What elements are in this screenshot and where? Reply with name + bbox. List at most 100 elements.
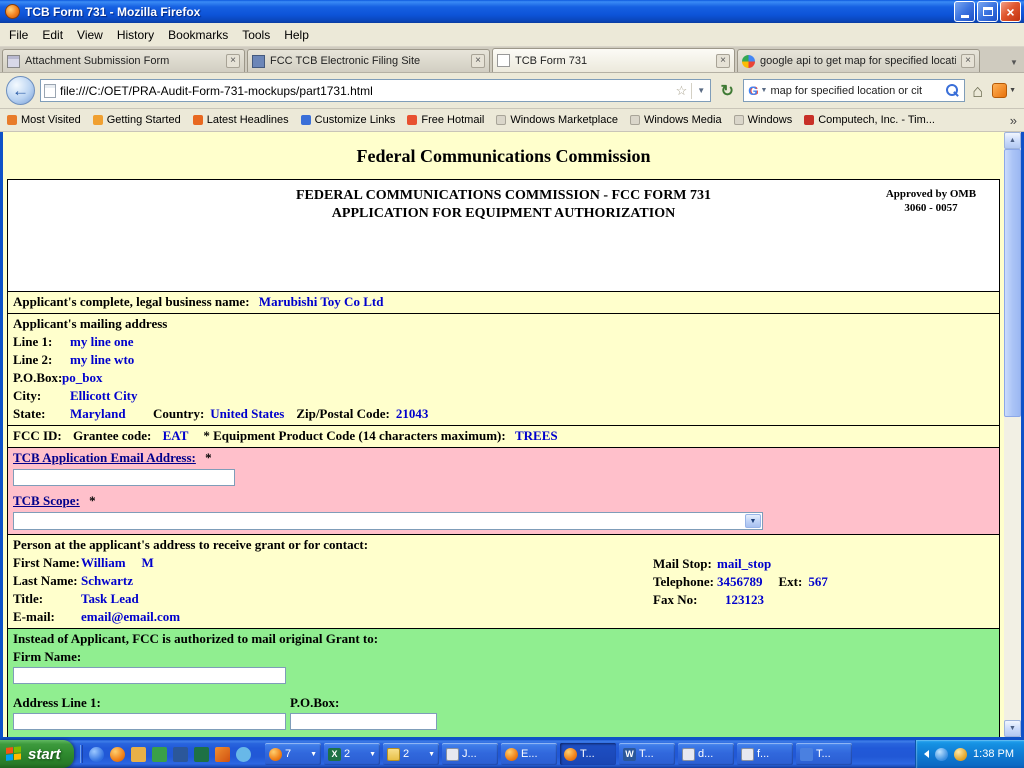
- tray-volume-icon[interactable]: [954, 748, 967, 761]
- quicklaunch-word-icon[interactable]: [173, 747, 188, 762]
- mailing-header: Applicant's mailing address: [13, 315, 994, 333]
- email-row: E-mail:email@email.com: [13, 608, 994, 626]
- close-button[interactable]: ×: [1000, 1, 1021, 22]
- quick-launch-handle[interactable]: [80, 745, 83, 763]
- firm-name-label: Firm Name:: [13, 648, 994, 666]
- line1-label: Line 1:: [13, 333, 62, 351]
- taskbar-button-j[interactable]: J...: [442, 743, 498, 765]
- titlebar[interactable]: TCB Form 731 - Mozilla Firefox ×: [0, 0, 1024, 23]
- back-button[interactable]: ←: [6, 76, 35, 105]
- search-input[interactable]: [770, 85, 942, 97]
- email-label: E-mail:: [13, 608, 81, 626]
- form-header-line1: FEDERAL COMMUNICATIONS COMMISSION - FCC …: [8, 187, 999, 205]
- tray-network-icon[interactable]: [935, 748, 948, 761]
- tab-fcc-tcb-filing-site[interactable]: FCC TCB Electronic Filing Site ×: [247, 49, 490, 72]
- quicklaunch-firefox-icon[interactable]: [110, 747, 125, 762]
- menu-view[interactable]: View: [70, 24, 110, 46]
- bookmark-latest-headlines[interactable]: Latest Headlines: [193, 114, 289, 126]
- bookmark-getting-started[interactable]: Getting Started: [93, 114, 181, 126]
- tab-close-icon[interactable]: ×: [961, 54, 975, 68]
- bookmarks-overflow-chevron[interactable]: »: [1010, 113, 1017, 128]
- menu-tools[interactable]: Tools: [235, 24, 277, 46]
- menu-history[interactable]: History: [110, 24, 161, 46]
- address-bar[interactable]: ☆ ▼: [40, 79, 711, 102]
- bookmark-windows[interactable]: Windows: [734, 114, 793, 126]
- bookmark-label: Most Visited: [21, 114, 81, 126]
- menu-file[interactable]: File: [2, 24, 35, 46]
- bookmark-windows-marketplace[interactable]: Windows Marketplace: [496, 114, 618, 126]
- address-line1-input[interactable]: [13, 713, 286, 730]
- quicklaunch-mail-icon[interactable]: [131, 747, 146, 762]
- bookmark-customize-links[interactable]: Customize Links: [301, 114, 396, 126]
- home-button[interactable]: ⌂: [970, 82, 985, 100]
- taskbar-button-folder-group[interactable]: 2▼: [383, 743, 439, 765]
- search-magnifier-icon[interactable]: [945, 83, 960, 98]
- form-page-icon: [7, 55, 20, 68]
- bookmark-free-hotmail[interactable]: Free Hotmail: [407, 114, 484, 126]
- hide-icons-chevron[interactable]: [924, 750, 929, 758]
- minimize-button[interactable]: [954, 1, 975, 22]
- tab-close-icon[interactable]: ×: [471, 54, 485, 68]
- bookmark-label: Customize Links: [315, 114, 396, 126]
- menu-help[interactable]: Help: [277, 24, 316, 46]
- taskbar-button-label: 2: [344, 748, 350, 760]
- scroll-down-button[interactable]: ▼: [1004, 720, 1021, 737]
- taskbar-buttons: 7▼ X2▼ 2▼ J... E... T... WT... d... f...…: [259, 740, 915, 768]
- url-history-dropdown-icon[interactable]: ▼: [691, 83, 707, 99]
- scroll-up-button[interactable]: ▲: [1004, 132, 1021, 149]
- window-title: TCB Form 731 - Mozilla Firefox: [25, 5, 954, 19]
- equipment-product-code-label: * Equipment Product Code (14 characters …: [203, 428, 505, 443]
- bookmark-windows-media[interactable]: Windows Media: [630, 114, 722, 126]
- quicklaunch-excel-icon[interactable]: [194, 747, 209, 762]
- tab-google-api-map[interactable]: google api to get map for specified loca…: [737, 49, 980, 72]
- start-button[interactable]: start: [0, 740, 74, 768]
- close-icon: ×: [1006, 5, 1014, 19]
- tcb-email-input[interactable]: [13, 469, 235, 486]
- bookmark-star-icon[interactable]: ☆: [676, 84, 688, 97]
- bookmark-icon: [407, 115, 417, 125]
- list-all-tabs-button[interactable]: ▼: [1006, 52, 1022, 72]
- taskbar-button-excel-group[interactable]: X2▼: [324, 743, 380, 765]
- telephone-row: Telephone:3456789Ext:567: [653, 573, 828, 591]
- bookmark-computech[interactable]: Computech, Inc. - Tim...: [804, 114, 935, 126]
- tab-close-icon[interactable]: ×: [226, 54, 240, 68]
- taskbar-button-d[interactable]: d...: [678, 743, 734, 765]
- folder-icon: [387, 748, 400, 761]
- scrollbar-track[interactable]: [1004, 149, 1021, 720]
- grant-pobox-input[interactable]: [290, 713, 437, 730]
- search-engine-dropdown-icon[interactable]: ▼: [761, 87, 768, 94]
- tcb-scope-select[interactable]: ▼: [13, 512, 763, 530]
- tab-close-icon[interactable]: ×: [716, 54, 730, 68]
- system-tray: 1:38 PM: [915, 740, 1024, 768]
- taskbar-button-e[interactable]: E...: [501, 743, 557, 765]
- taskbar-button-word[interactable]: WT...: [619, 743, 675, 765]
- tab-attachment-submission-form[interactable]: Attachment Submission Form ×: [2, 49, 245, 72]
- tab-tcb-form-731[interactable]: TCB Form 731 ×: [492, 48, 735, 72]
- quicklaunch-ie-icon[interactable]: [89, 747, 104, 762]
- vertical-scrollbar[interactable]: ▲ ▼: [1004, 132, 1021, 737]
- address-labels-row: Address Line 1:P.O.Box:: [13, 694, 994, 712]
- taskbar-button-f[interactable]: f...: [737, 743, 793, 765]
- extension-button[interactable]: ▼: [990, 83, 1018, 98]
- excel-icon: X: [328, 748, 341, 761]
- taskbar-button-t[interactable]: T...: [796, 743, 852, 765]
- firm-name-input[interactable]: [13, 667, 286, 684]
- scrollbar-thumb[interactable]: [1004, 149, 1021, 417]
- chevron-down-icon[interactable]: ▼: [745, 514, 761, 528]
- taskbar-button-firefox-group[interactable]: 7▼: [265, 743, 321, 765]
- first-name-value: William: [81, 555, 126, 570]
- reload-button[interactable]: ↻: [716, 80, 738, 102]
- maximize-button[interactable]: [977, 1, 998, 22]
- search-bar[interactable]: G ▼: [743, 79, 965, 102]
- url-input[interactable]: [60, 84, 672, 98]
- pobox-value: po_box: [62, 370, 102, 385]
- quicklaunch-app-icon[interactable]: [152, 747, 167, 762]
- menu-bookmarks[interactable]: Bookmarks: [161, 24, 235, 46]
- quicklaunch-messenger-icon[interactable]: [236, 747, 251, 762]
- menu-edit[interactable]: Edit: [35, 24, 70, 46]
- omb-line1: Approved by OMB: [871, 187, 991, 201]
- last-name-value: Schwartz: [81, 573, 133, 588]
- quicklaunch-media-player-icon[interactable]: [215, 747, 230, 762]
- bookmark-most-visited[interactable]: Most Visited: [7, 114, 81, 126]
- taskbar-button-tcb-form-active[interactable]: T...: [560, 743, 616, 765]
